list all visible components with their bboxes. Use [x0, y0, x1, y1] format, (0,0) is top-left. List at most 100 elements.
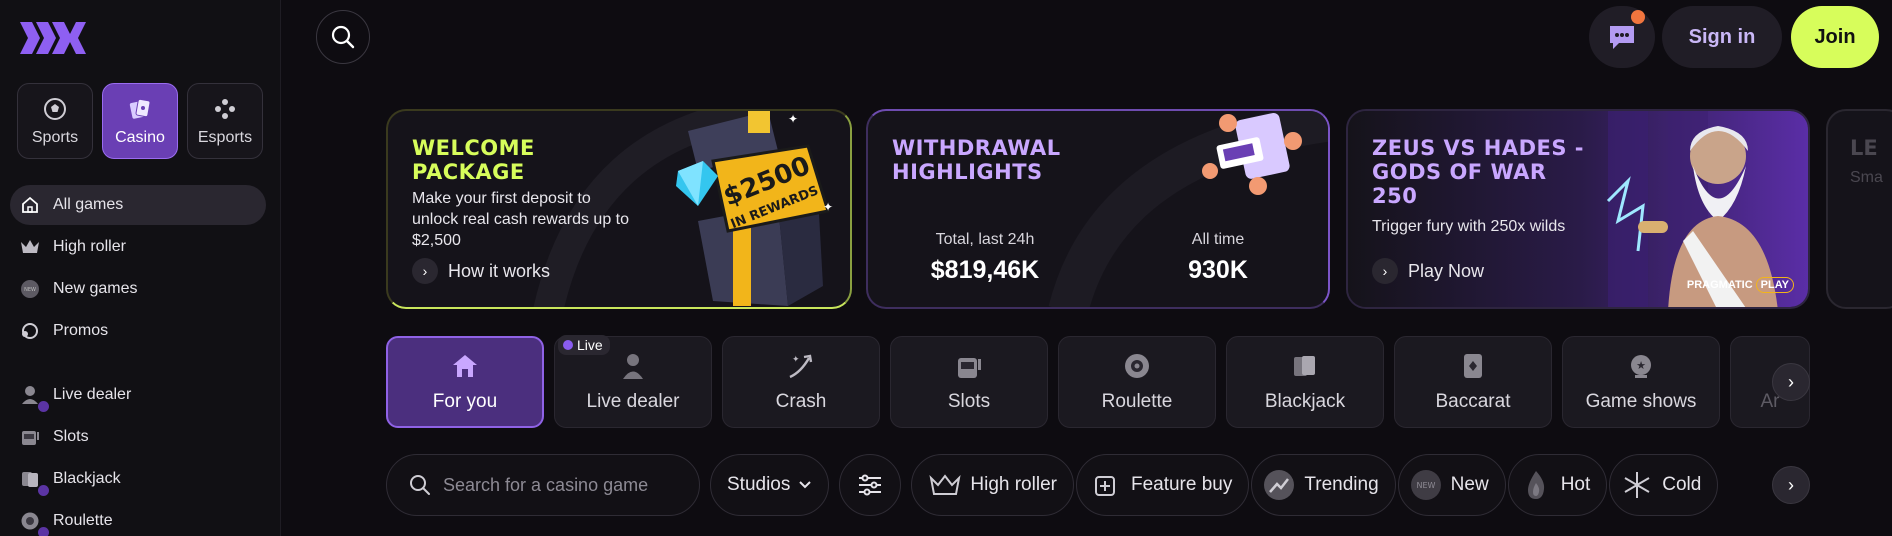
zeus-vs-hades-banner[interactable]: ZEUS VS HADES - GODS OF WAR 250 Trigger … [1346, 109, 1810, 309]
banner-title: WELCOME PACKAGE [412, 136, 535, 184]
banner-desc-line: Make your first deposit to [412, 190, 591, 207]
link-label: Play Now [1408, 260, 1485, 281]
sidebar-item-label: Roulette [53, 512, 113, 529]
chevron-down-icon [799, 481, 812, 489]
mode-tab-label: Sports [31, 128, 79, 146]
sidebar-item-all-games[interactable]: All games [10, 185, 266, 225]
mode-tab-casino[interactable]: Casino [102, 83, 178, 159]
sidebar: Sports Casino Esports All games High rol… [0, 0, 281, 536]
filter-new[interactable]: NEW New [1397, 454, 1506, 516]
filter-trending[interactable]: Trending [1251, 454, 1396, 516]
mode-tab-sports[interactable]: Sports [17, 83, 93, 159]
filters-scroll-right-button[interactable]: › [1772, 466, 1810, 504]
sliders-icon [859, 474, 882, 496]
tab-for-you[interactable]: For you [386, 336, 544, 428]
gift-box-illustration: $2500 IN REWARDS ✦ ✦ [676, 111, 833, 306]
chevron-right-icon: › [1788, 371, 1794, 392]
sidebar-item-slots[interactable]: Slots [10, 417, 266, 457]
mode-tab-label: Esports [197, 128, 253, 146]
tab-label: For you [432, 391, 498, 412]
studios-dropdown[interactable]: Studios [710, 454, 830, 516]
brand-logo[interactable] [18, 20, 88, 56]
tab-label: Roulette [1101, 391, 1173, 412]
live-dot-icon [38, 401, 49, 412]
flame-icon [1519, 468, 1553, 502]
home-icon [19, 194, 41, 216]
mode-tab-label: Casino [115, 128, 165, 146]
mode-tab-esports[interactable]: Esports [187, 83, 263, 159]
sidebar-item-live-dealer[interactable]: Live dealer [10, 375, 266, 415]
search-icon [410, 475, 430, 495]
tab-label: Game shows [1585, 391, 1697, 412]
casino-search-field[interactable] [386, 454, 700, 516]
chat-button[interactable] [1589, 6, 1655, 68]
promo-icon [19, 320, 41, 342]
slot-machine-icon [954, 351, 984, 381]
slot-machine-icon [19, 426, 41, 448]
mode-tabs: Sports Casino Esports [17, 83, 263, 159]
provider-logo: PRAGMATIC PLAY [1687, 277, 1794, 293]
advanced-filters-button[interactable] [839, 454, 902, 516]
casino-search-input[interactable] [443, 474, 683, 496]
dealer-icon [19, 384, 49, 412]
stat-label: Total, last 24h [935, 231, 1035, 248]
banner-title-line: WELCOME [412, 136, 535, 160]
filter-high-roller[interactable]: High roller [911, 454, 1074, 516]
welcome-package-banner[interactable]: WELCOME PACKAGE Make your first deposit … [386, 109, 852, 309]
filter-label: Hot [1560, 474, 1591, 495]
category-tabs: For you Live Live dealer ✦ Crash Slots R… [386, 335, 1810, 428]
svg-text:✦: ✦ [823, 200, 833, 214]
banner-desc-line: $2,500 [412, 232, 461, 249]
banner-desc-line: unlock real cash rewards up to [412, 211, 629, 228]
tab-crash[interactable]: ✦ Crash [722, 336, 880, 428]
blackjack-icon [1290, 351, 1320, 381]
badge-dot-icon [38, 485, 49, 496]
banner-description: Make your first deposit to unlock real c… [412, 188, 629, 251]
banner-title-line: HIGHLIGHTS [892, 160, 1043, 184]
sidebar-item-label: New games [53, 280, 138, 297]
banner-description: Trigger fury with 250x wilds [1372, 218, 1566, 235]
soccer-ball-icon [42, 96, 68, 122]
filter-hot[interactable]: Hot [1507, 454, 1608, 516]
global-search-button[interactable] [316, 10, 370, 64]
tab-blackjack[interactable]: Blackjack [1226, 336, 1384, 428]
filter-label: High roller [970, 474, 1057, 495]
blackjack-icon [19, 468, 49, 496]
how-it-works-link[interactable]: › How it works [412, 258, 550, 284]
tab-live-dealer[interactable]: Live Live dealer [554, 335, 712, 428]
sidebar-item-roulette[interactable]: Roulette [10, 501, 266, 536]
chevron-right-icon: › [1788, 474, 1794, 495]
tab-game-shows[interactable]: ★ Game shows [1562, 336, 1720, 428]
sidebar-item-high-roller[interactable]: High roller [10, 227, 266, 267]
svg-text:✦: ✦ [788, 112, 798, 126]
tab-slots[interactable]: Slots [890, 336, 1048, 428]
sidebar-item-label: Live dealer [53, 386, 132, 403]
baccarat-icon [1458, 351, 1488, 381]
play-now-link[interactable]: › Play Now [1372, 258, 1484, 284]
stat-value: 930K [1188, 256, 1248, 284]
tab-label: Live dealer [586, 391, 680, 412]
search-icon [331, 25, 355, 49]
new-badge-icon: NEW [1409, 468, 1443, 502]
tab-roulette[interactable]: Roulette [1058, 336, 1216, 428]
stat-label: All time [1191, 231, 1245, 248]
sidebar-item-label: All games [53, 196, 124, 213]
tab-baccarat[interactable]: Baccarat [1394, 336, 1552, 428]
join-button[interactable]: Join [1791, 6, 1879, 68]
sign-in-button[interactable]: Sign in [1662, 6, 1782, 68]
provider-name: PLAY [1755, 277, 1794, 293]
partial-banner[interactable]: LE Sma [1826, 109, 1892, 309]
live-dot-icon [563, 340, 573, 350]
roulette-icon [1122, 351, 1152, 381]
svg-text:NEW: NEW [24, 287, 36, 293]
filter-feature-buy[interactable]: Feature buy [1075, 454, 1250, 516]
nav-divider [10, 353, 266, 375]
banner-title-line: 250 [1372, 184, 1418, 208]
sidebar-item-promos[interactable]: Promos [10, 311, 266, 351]
filter-cold[interactable]: Cold [1609, 454, 1719, 516]
crown-icon [19, 236, 41, 258]
categories-scroll-right-button[interactable]: › [1772, 363, 1810, 401]
sidebar-item-blackjack[interactable]: Blackjack [10, 459, 266, 499]
sidebar-item-new-games[interactable]: NEW New games [10, 269, 266, 309]
withdrawal-highlights-banner[interactable]: WITHDRAWAL HIGHLIGHTS Total, last 24h $8… [866, 109, 1330, 309]
